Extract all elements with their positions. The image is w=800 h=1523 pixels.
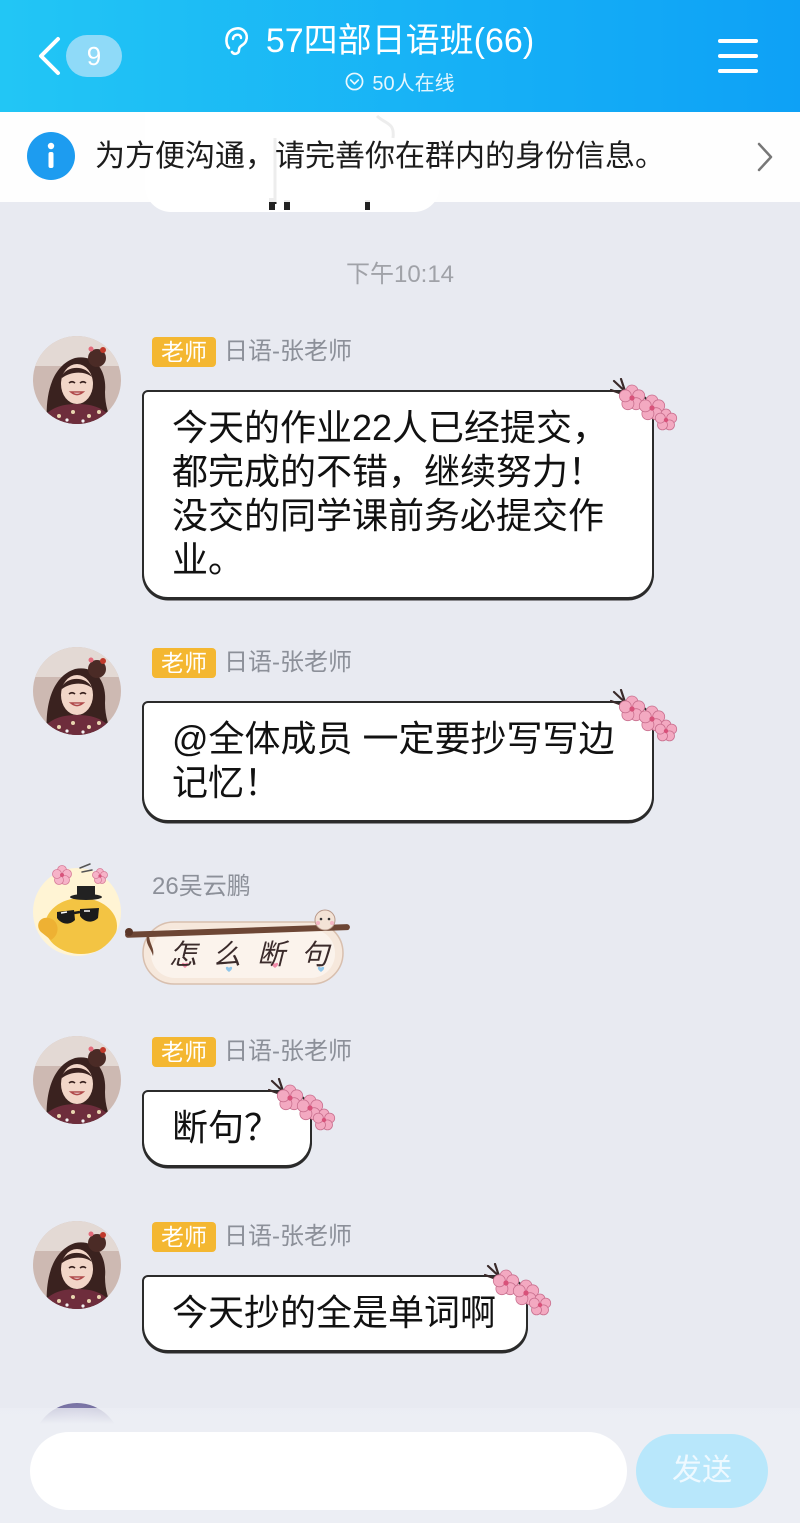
sender-name: 日语-张老师	[224, 649, 352, 676]
group-title-row: 57四部日语班(66)	[0, 18, 800, 64]
online-status[interactable]: 50人在线	[0, 68, 800, 95]
message-composer: 发送	[0, 1408, 800, 1523]
chat-header: 9 57四部日语班(66) 50人在线	[0, 0, 800, 112]
message-text-line: 没交的同学课前务必提交作	[172, 495, 605, 536]
message-text-line: 今天的作业22人已经提交，	[172, 407, 609, 448]
info-icon	[27, 132, 75, 180]
hamburger-menu-icon[interactable]	[716, 38, 760, 74]
message-bubble[interactable]: 今天的作业22人已经提交， 都完成的不错，继续努力！ 没交的同学课前务必提交作 …	[142, 378, 678, 599]
message-text-line: @全体成员 一定要抄写写边	[172, 718, 615, 759]
message-text-line: 业。	[172, 539, 245, 580]
avatar[interactable]	[33, 1036, 121, 1124]
chevron-right-icon	[757, 142, 773, 172]
message-row: 老师 日语-张老师 今天的作业22人已经提交， 都完成的不错，继续努力！ 没交的…	[0, 336, 800, 599]
sticker-text: 怎么断句	[169, 938, 346, 971]
cherry-blossom-decoration	[484, 1263, 556, 1321]
cherry-blossom-decoration	[610, 378, 682, 436]
message-row: 老师 日语-张老师 @全体成员 一定要抄写写边 记忆！	[0, 647, 800, 822]
message-row: 26吴云鹏 怎么断句	[0, 863, 800, 985]
group-title-wrap: 57四部日语班(66)	[225, 18, 535, 64]
message-bubble[interactable]: @全体成员 一定要抄写写边 记忆！	[142, 689, 678, 822]
group-title: 57四部日语班(66)	[265, 22, 535, 60]
message-text-line: 今天抄的全是单词啊	[172, 1292, 497, 1333]
sender-meta: 26吴云鹏	[152, 872, 251, 902]
online-count-label: 50人在线	[372, 72, 455, 95]
sender-name: 日语-张老师	[224, 1223, 352, 1250]
sender-name: 26吴云鹏	[152, 873, 251, 900]
cherry-blossom-decoration	[268, 1078, 340, 1136]
message-row: 老师 日语-张老师 今天抄的全是单词啊	[0, 1221, 800, 1352]
message-bubble[interactable]: 今天抄的全是单词啊	[142, 1263, 552, 1352]
role-tag: 老师	[152, 1037, 216, 1067]
sender-name: 日语-张老师	[224, 1038, 352, 1065]
send-button[interactable]: 发送	[636, 1434, 768, 1508]
notice-text: 为方便沟通，请完善你在群内的身份信息。	[95, 140, 665, 173]
ear-icon	[225, 27, 248, 56]
sender-meta: 老师 日语-张老师	[152, 1222, 352, 1252]
circle-chevron-down-icon	[345, 72, 364, 90]
message-text-line: 断句？	[172, 1107, 281, 1148]
avatar[interactable]	[33, 647, 121, 735]
sticker-message[interactable]: 怎么断句	[125, 908, 350, 988]
message-text-line: 记忆！	[172, 762, 281, 803]
role-tag: 老师	[152, 1222, 216, 1252]
message-input[interactable]	[30, 1432, 627, 1510]
message-timestamp: 下午10:14	[345, 261, 455, 288]
message-bubble[interactable]: 断句？	[142, 1078, 336, 1167]
sender-meta: 老师 日语-张老师	[152, 648, 352, 678]
role-tag: 老师	[152, 337, 216, 367]
role-tag: 老师	[152, 648, 216, 678]
message-text-line: 都完成的不错，继续努力！	[172, 451, 605, 492]
avatar[interactable]	[33, 336, 121, 424]
profile-notice-bar[interactable]: 为方便沟通，请完善你在群内的身份信息。	[0, 112, 800, 202]
sender-name: 日语-张老师	[224, 338, 352, 365]
avatar[interactable]	[33, 1221, 121, 1309]
avatar-flower-decoration	[52, 863, 108, 885]
message-row: 老师 日语-张老师 断句？	[0, 1036, 800, 1167]
sender-meta: 老师 日语-张老师	[152, 337, 352, 367]
sender-meta: 老师 日语-张老师	[152, 1037, 352, 1067]
cherry-blossom-decoration	[610, 689, 682, 747]
